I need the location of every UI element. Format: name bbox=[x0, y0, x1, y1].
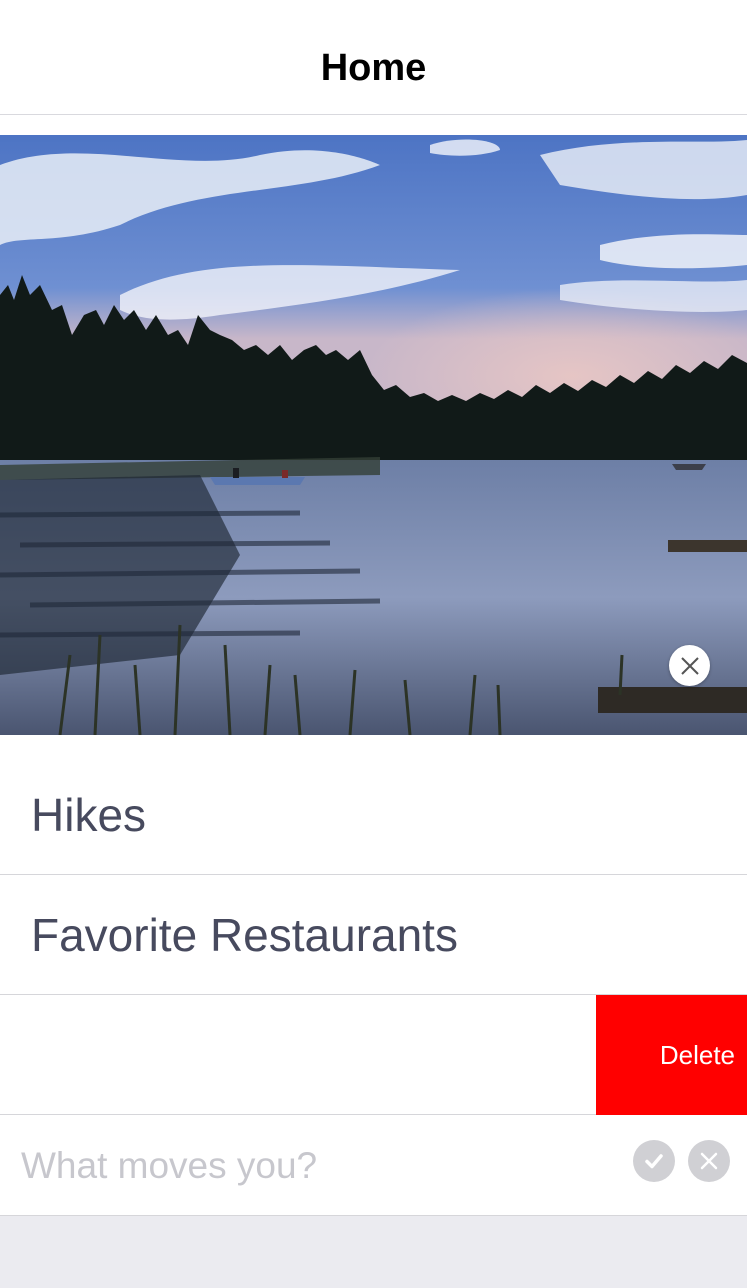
hero-photo bbox=[0, 135, 747, 735]
list-item-label: Favorite Restaurants bbox=[31, 908, 458, 961]
swiped-list-item[interactable]: Delete bbox=[0, 995, 747, 1115]
navigation-bar: Home bbox=[0, 0, 747, 115]
close-icon bbox=[680, 656, 699, 675]
confirm-button[interactable] bbox=[633, 1140, 675, 1182]
list-item[interactable]: Favorite Restaurants bbox=[0, 875, 747, 995]
list-item-label: Hikes bbox=[31, 788, 147, 841]
bottom-area bbox=[0, 1216, 747, 1288]
new-item-input[interactable] bbox=[21, 1143, 611, 1189]
remove-photo-button[interactable] bbox=[669, 645, 710, 686]
delete-button[interactable]: Delete bbox=[596, 995, 747, 1115]
page-title: Home bbox=[320, 46, 427, 89]
cancel-button[interactable] bbox=[688, 1140, 730, 1182]
checkmark-icon bbox=[645, 1154, 663, 1169]
list-item[interactable]: Hikes bbox=[0, 755, 747, 875]
composer-row bbox=[0, 1115, 747, 1216]
close-icon bbox=[700, 1152, 718, 1170]
